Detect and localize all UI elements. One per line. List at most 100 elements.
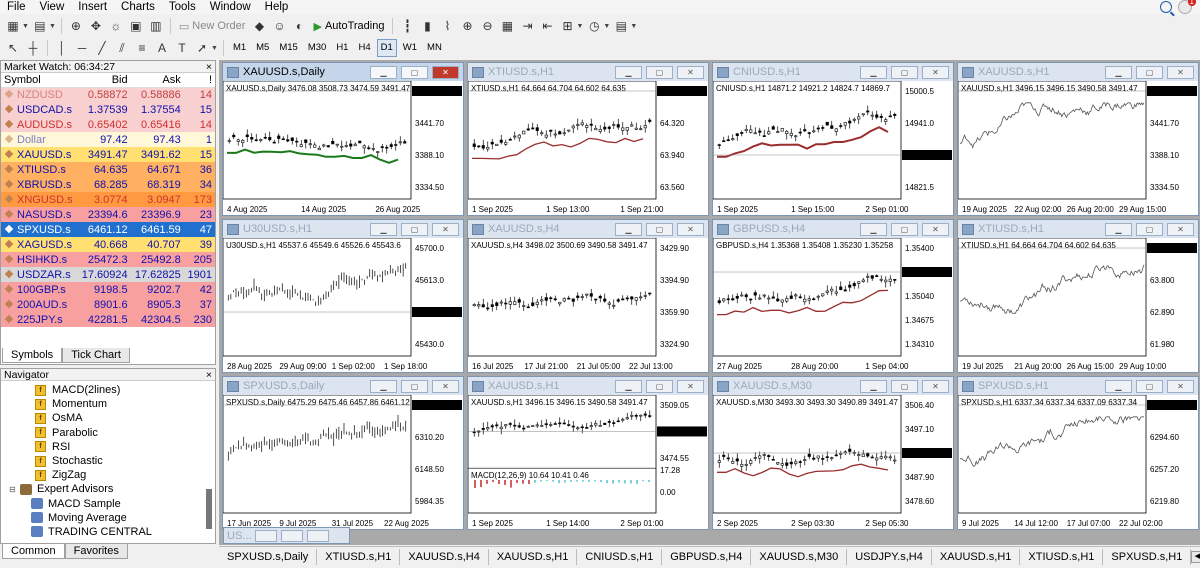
chart-tab[interactable]: XAUUSD.s,H1 <box>489 548 578 565</box>
chart-window[interactable]: CNIUSD.s,H1 ▁ ▢ ✕ CNIUSD.s,H1 14871.2 14921.… <box>712 62 954 216</box>
close-button[interactable] <box>307 529 330 542</box>
maximize-button[interactable]: ▢ <box>401 379 428 393</box>
minimize-button[interactable]: ▁ <box>370 65 397 79</box>
indicators-icon[interactable]: ⊞ <box>558 17 576 35</box>
timeframe-w1[interactable]: W1 <box>399 39 421 57</box>
crosshair-icon[interactable]: ┼ <box>24 39 42 57</box>
close-button[interactable]: ✕ <box>432 65 459 79</box>
candlestick-icon[interactable]: ▮ <box>418 17 436 35</box>
autotrading-button[interactable]: ▶ AutoTrading <box>310 17 387 35</box>
table-row[interactable]: USDCAD.s 1.37539 1.37554 15 <box>1 102 215 117</box>
maximize-button[interactable]: ▢ <box>1136 379 1163 393</box>
terminal-icon[interactable]: ▣ <box>127 17 145 35</box>
chart-tab[interactable]: XAUUSD.s,H4 <box>400 548 489 565</box>
close-button[interactable]: ✕ <box>1167 222 1194 236</box>
table-row[interactable]: HSIHKD.s 25472.3 25492.8 205 <box>1 252 215 267</box>
chart-tab[interactable]: SPXUSD.s,Daily <box>219 548 318 565</box>
tab-favorites[interactable]: Favorites <box>64 544 128 559</box>
maximize-button[interactable]: ▢ <box>891 379 918 393</box>
navigator-item[interactable]: f MACD(2lines) <box>1 383 215 397</box>
tile-windows-icon[interactable]: ▦ <box>498 17 516 35</box>
collapse-icon[interactable]: ⊟ <box>9 485 18 494</box>
horizontal-line-icon[interactable]: ─ <box>73 39 91 57</box>
maximize-button[interactable]: ▢ <box>891 222 918 236</box>
close-icon[interactable]: × <box>206 369 215 381</box>
chart-tab[interactable]: XTIUSD.s,H1 <box>317 548 401 565</box>
col-ask[interactable]: Ask <box>130 73 184 88</box>
maximize-button[interactable]: ▢ <box>1136 222 1163 236</box>
timeframe-m5[interactable]: M5 <box>252 39 273 57</box>
close-button[interactable]: ✕ <box>432 379 459 393</box>
minimize-button[interactable]: ▁ <box>860 65 887 79</box>
table-row[interactable]: XAGUSD.s 40.668 40.707 39 <box>1 237 215 252</box>
table-row[interactable]: NZDUSD 0.58872 0.58886 14 <box>1 87 215 102</box>
strategy-tester-icon[interactable]: ▥ <box>147 17 165 35</box>
minimized-chart-window[interactable]: US... <box>223 527 350 544</box>
chart-tab[interactable]: SPXUSD.s,H1 <box>1103 548 1192 565</box>
chart-window-titlebar[interactable]: XAUUSD.s,Daily ▁ ▢ ✕ <box>223 63 463 81</box>
col-symbol[interactable]: Symbol <box>1 73 78 88</box>
new-chart-icon[interactable]: ▦ <box>4 17 22 35</box>
table-row[interactable]: SPXUSD.s 6461.12 6461.59 47 <box>1 222 215 237</box>
minimize-button[interactable]: ▁ <box>860 222 887 236</box>
close-icon[interactable]: × <box>206 61 215 73</box>
minimize-button[interactable]: ▁ <box>1105 65 1132 79</box>
notification-icon[interactable]: 1 <box>1178 0 1196 14</box>
market-icon[interactable]: ◐ <box>290 17 308 35</box>
col-spread[interactable]: ! <box>183 73 215 88</box>
navigator-item[interactable]: f Momentum <box>1 397 215 411</box>
navigator-icon[interactable]: ☼ <box>107 17 125 35</box>
search-icon[interactable] <box>1160 1 1172 13</box>
restore-button[interactable] <box>255 529 278 542</box>
timeframe-m30[interactable]: M30 <box>304 39 330 57</box>
chart-window[interactable]: U30USD.s,H1 ▁ ▢ ✕ U30USD.s,H1 45537.6 45549.… <box>222 219 464 373</box>
tab-tick-chart[interactable]: Tick Chart <box>62 348 130 363</box>
close-button[interactable]: ✕ <box>1167 379 1194 393</box>
navigator-item[interactable]: TRADING CENTRAL <box>1 525 215 539</box>
fibonacci-icon[interactable]: ≡ <box>133 39 151 57</box>
table-row[interactable]: AUDUSD.s 0.65402 0.65416 14 <box>1 117 215 132</box>
minimize-button[interactable]: ▁ <box>615 379 642 393</box>
templates-icon[interactable]: ▤ <box>612 17 630 35</box>
chart-shift-icon[interactable]: ⇤ <box>538 17 556 35</box>
chart-window[interactable]: XTIUSD.s,H1 ▁ ▢ ✕ XTIUSD.s,H1 64.664 64.704 … <box>957 219 1199 373</box>
menu-insert[interactable]: Insert <box>71 0 114 14</box>
maximize-button[interactable]: ▢ <box>1136 65 1163 79</box>
chart-tab[interactable]: GBPUSD.s,H4 <box>662 548 752 565</box>
minimize-button[interactable]: ▁ <box>1105 222 1132 236</box>
navigator-item[interactable]: Moving Average <box>1 511 215 525</box>
chart-window-titlebar[interactable]: XAUUSD.s,M30 ▁ ▢ ✕ <box>713 377 953 395</box>
text-label-icon[interactable]: T <box>173 39 191 57</box>
tab-common[interactable]: Common <box>2 544 65 559</box>
navigator-item[interactable]: MACD Sample <box>1 497 215 511</box>
maximize-button[interactable]: ▢ <box>401 222 428 236</box>
trendline-icon[interactable]: ╱ <box>93 39 111 57</box>
close-button[interactable]: ✕ <box>677 65 704 79</box>
chart-window-titlebar[interactable]: XTIUSD.s,H1 ▁ ▢ ✕ <box>958 220 1198 238</box>
table-row[interactable]: 200AUD.s 8901.6 8905.3 37 <box>1 297 215 312</box>
channel-icon[interactable]: ⫽ <box>113 39 131 57</box>
cursor-icon[interactable]: ↖ <box>4 39 22 57</box>
text-icon[interactable]: A <box>153 39 171 57</box>
table-row[interactable]: XTIUSD.s 64.635 64.671 36 <box>1 162 215 177</box>
line-chart-icon[interactable]: ⌇ <box>438 17 456 35</box>
chart-window-titlebar[interactable]: GBPUSD.s,H4 ▁ ▢ ✕ <box>713 220 953 238</box>
chart-window[interactable]: SPXUSD.s,Daily ▁ ▢ ✕ SPXUSD.s,Daily 6475.29 … <box>222 376 464 530</box>
minimize-button[interactable]: ▁ <box>370 222 397 236</box>
menu-file[interactable]: File <box>0 0 33 14</box>
table-row[interactable]: XBRUSD.s 68.285 68.319 34 <box>1 177 215 192</box>
chart-window-titlebar[interactable]: XAUUSD.s,H1 ▁ ▢ ✕ <box>468 377 708 395</box>
profiles-icon[interactable]: ▤ <box>31 17 49 35</box>
chart-window[interactable]: XAUUSD.s,M30 ▁ ▢ ✕ XAUUSD.s,M30 3493.30 3493… <box>712 376 954 530</box>
maximize-button[interactable] <box>281 529 304 542</box>
table-row[interactable]: XNGUSD.s 3.0774 3.0947 173 <box>1 192 215 207</box>
timeframe-mn[interactable]: MN <box>423 39 446 57</box>
new-order-button[interactable]: ▭ New Order <box>176 17 249 35</box>
minimize-button[interactable]: ▁ <box>615 222 642 236</box>
chart-window[interactable]: XTIUSD.s,H1 ▁ ▢ ✕ XTIUSD.s,H1 64.664 64.704 … <box>467 62 709 216</box>
chart-tab[interactable]: XTIUSD.s,H1 <box>1020 548 1104 565</box>
market-watch-icon[interactable]: ⊕ <box>67 17 85 35</box>
tab-symbols[interactable]: Symbols <box>2 348 63 363</box>
minimize-button[interactable]: ▁ <box>615 65 642 79</box>
vertical-line-icon[interactable]: │ <box>53 39 71 57</box>
